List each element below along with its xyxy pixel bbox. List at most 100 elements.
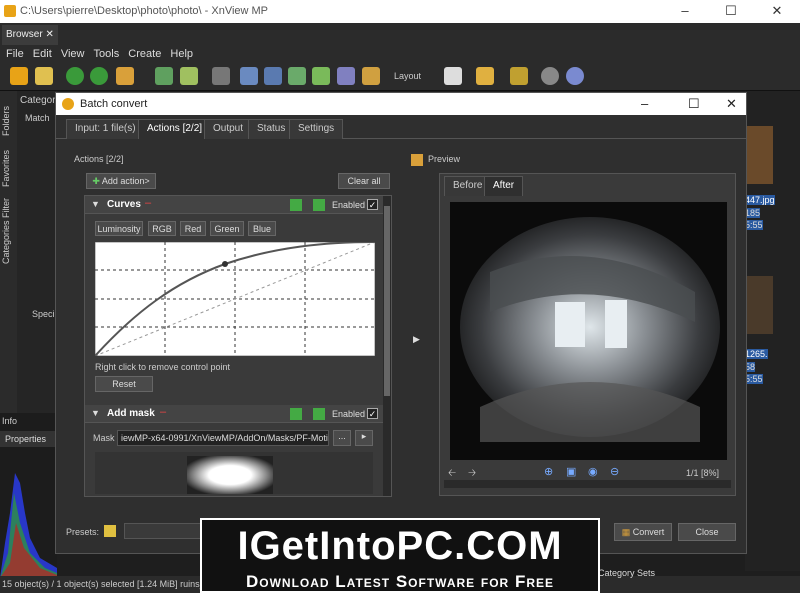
file-time: 5:55 — [745, 220, 763, 230]
mask-options-button[interactable]: ▸ — [355, 430, 373, 446]
tab-after[interactable]: After — [484, 176, 524, 196]
file-name: 447.jpg — [745, 195, 775, 205]
mask-preview-area — [95, 452, 373, 494]
folders-tab[interactable]: Folders — [1, 101, 16, 141]
curve-hint: Right click to remove control point — [95, 362, 231, 372]
tab-actions[interactable]: Actions [2/2] — [138, 119, 212, 139]
fit-icon[interactable]: ▣ — [566, 465, 576, 478]
slideshow-icon[interactable] — [312, 67, 330, 85]
channel-rgb-button[interactable]: RGB — [148, 221, 176, 236]
tab-input[interactable]: Input: 1 file(s) — [66, 119, 145, 139]
zoom-actual-icon[interactable]: ◉ — [588, 465, 598, 478]
rotate-right-icon[interactable] — [90, 67, 108, 85]
category-sets-tab[interactable]: Category Sets — [598, 568, 655, 578]
close-button[interactable]: Close — [678, 523, 736, 541]
tab-output[interactable]: Output — [204, 119, 253, 139]
properties-tab[interactable]: Properties — [0, 431, 57, 447]
tag-icon[interactable] — [116, 67, 134, 85]
rotate-left-icon[interactable] — [66, 67, 84, 85]
match-label[interactable]: Match — [25, 113, 50, 123]
collapse-icon[interactable]: ▼ — [91, 408, 100, 418]
close-window-button[interactable]: ✕ — [754, 0, 800, 23]
menu-edit[interactable]: Edit — [33, 48, 52, 60]
channel-luminosity-button[interactable]: Luminosity — [95, 221, 143, 236]
add-action-button[interactable]: ✚ Add action> — [86, 173, 156, 189]
settings-gear-icon[interactable] — [541, 67, 559, 85]
curves-enabled-label: Enabled — [332, 200, 366, 210]
preview-box: Before After 🡠 🡢 ⊕ ▣ ◉ ⊖ 1/1 [8%] — [439, 173, 736, 496]
open-folder-icon[interactable] — [10, 67, 28, 85]
scan-icon[interactable] — [264, 67, 282, 85]
status-text: 15 object(s) / 1 object(s) selected [1.2… — [2, 579, 213, 589]
control-point[interactable] — [222, 261, 228, 267]
menu-help[interactable]: Help — [170, 48, 193, 60]
help-icon[interactable] — [566, 67, 584, 85]
expand-arrow-icon[interactable]: ▶ — [413, 334, 420, 345]
thumbnail[interactable] — [745, 126, 773, 184]
tab-settings[interactable]: Settings — [289, 119, 344, 139]
maximize-button[interactable]: ☐ — [708, 0, 754, 23]
channel-green-button[interactable]: Green — [210, 221, 244, 236]
presets-dropdown[interactable] — [124, 523, 204, 539]
mask-browse-button[interactable]: ... — [333, 430, 351, 446]
move-up-icon[interactable] — [290, 199, 302, 211]
close-tab-icon[interactable]: ✕ — [45, 29, 53, 40]
move-down-icon[interactable] — [313, 408, 325, 420]
tab-status[interactable]: Status — [248, 119, 295, 139]
webpage-icon[interactable] — [337, 67, 355, 85]
print-icon[interactable] — [240, 67, 258, 85]
window-title: C:\Users\pierre\Desktop\photo\photo\ - X… — [20, 5, 269, 17]
curves-enabled-checkbox[interactable]: ✓ — [367, 199, 378, 210]
dialog-maximize-button[interactable]: ☐ — [688, 96, 700, 112]
find-icon[interactable] — [212, 67, 230, 85]
channel-red-button[interactable]: Red — [180, 221, 206, 236]
zoom-out-icon[interactable]: ⊖ — [610, 465, 619, 478]
copy-icon[interactable] — [155, 67, 173, 85]
export-icon[interactable] — [288, 67, 306, 85]
preview-scrollbar[interactable] — [444, 480, 731, 488]
add-mask-enabled-checkbox[interactable]: ✓ — [367, 408, 378, 419]
mask-path-field[interactable]: iewMP-x64-0991/XnViewMP/AddOn/Masks/PF-M… — [117, 430, 329, 446]
thumbnail-strip: 447.jpg 185 5:55 1265. 58 5:55 — [745, 91, 800, 571]
menu-tools[interactable]: Tools — [94, 48, 120, 60]
remove-action-icon[interactable]: – — [145, 197, 151, 209]
tab-browser[interactable]: Browser ✕ — [2, 25, 58, 45]
actions-scrollbar[interactable] — [383, 196, 391, 496]
reset-button[interactable]: Reset — [95, 376, 153, 392]
view-mode-icon[interactable] — [510, 67, 528, 85]
batch-icon[interactable] — [362, 67, 380, 85]
add-mask-header: ▼ Add mask – Enabled ✓ — [85, 405, 385, 423]
fullscreen-icon[interactable] — [35, 67, 53, 85]
remove-action-icon[interactable]: – — [160, 406, 166, 418]
menu-view[interactable]: View — [61, 48, 85, 60]
preview-icon — [411, 154, 423, 166]
minimize-button[interactable]: – — [662, 0, 708, 23]
scrollbar-thumb[interactable] — [384, 206, 390, 396]
move-icon[interactable] — [180, 67, 198, 85]
clear-all-button[interactable]: Clear all — [338, 173, 390, 189]
thumbnail[interactable] — [745, 276, 773, 334]
convert-button[interactable]: ▦ Convert — [614, 523, 672, 541]
channel-blue-button[interactable]: Blue — [248, 221, 276, 236]
collapse-icon[interactable]: ▼ — [91, 199, 100, 209]
menu-file[interactable]: File — [6, 48, 24, 60]
menu-create[interactable]: Create — [128, 48, 161, 60]
file-time: 5:55 — [745, 374, 763, 384]
page-info: 1/1 [8%] — [686, 468, 720, 478]
categories-panel: Categorie Match Speci — [17, 91, 63, 421]
move-up-icon[interactable] — [290, 408, 302, 420]
bookmark-icon[interactable] — [476, 67, 494, 85]
layout-label[interactable]: Layout — [394, 71, 421, 81]
sidebar-tabs: Folders Favorites Categories Filter — [0, 91, 17, 421]
categories-filter-tab[interactable]: Categories Filter — [1, 196, 16, 266]
curve-editor[interactable] — [95, 242, 375, 356]
add-icon: ✚ — [92, 176, 100, 186]
sort-icon[interactable] — [444, 67, 462, 85]
zoom-in-icon[interactable]: ⊕ — [544, 465, 553, 478]
dialog-close-button[interactable]: ✕ — [726, 96, 737, 112]
toolbar: Layout — [0, 63, 800, 91]
move-down-icon[interactable] — [313, 199, 325, 211]
presets-icon[interactable] — [104, 525, 116, 537]
favorites-tab[interactable]: Favorites — [1, 146, 16, 191]
dialog-minimize-button[interactable]: – — [641, 96, 648, 111]
